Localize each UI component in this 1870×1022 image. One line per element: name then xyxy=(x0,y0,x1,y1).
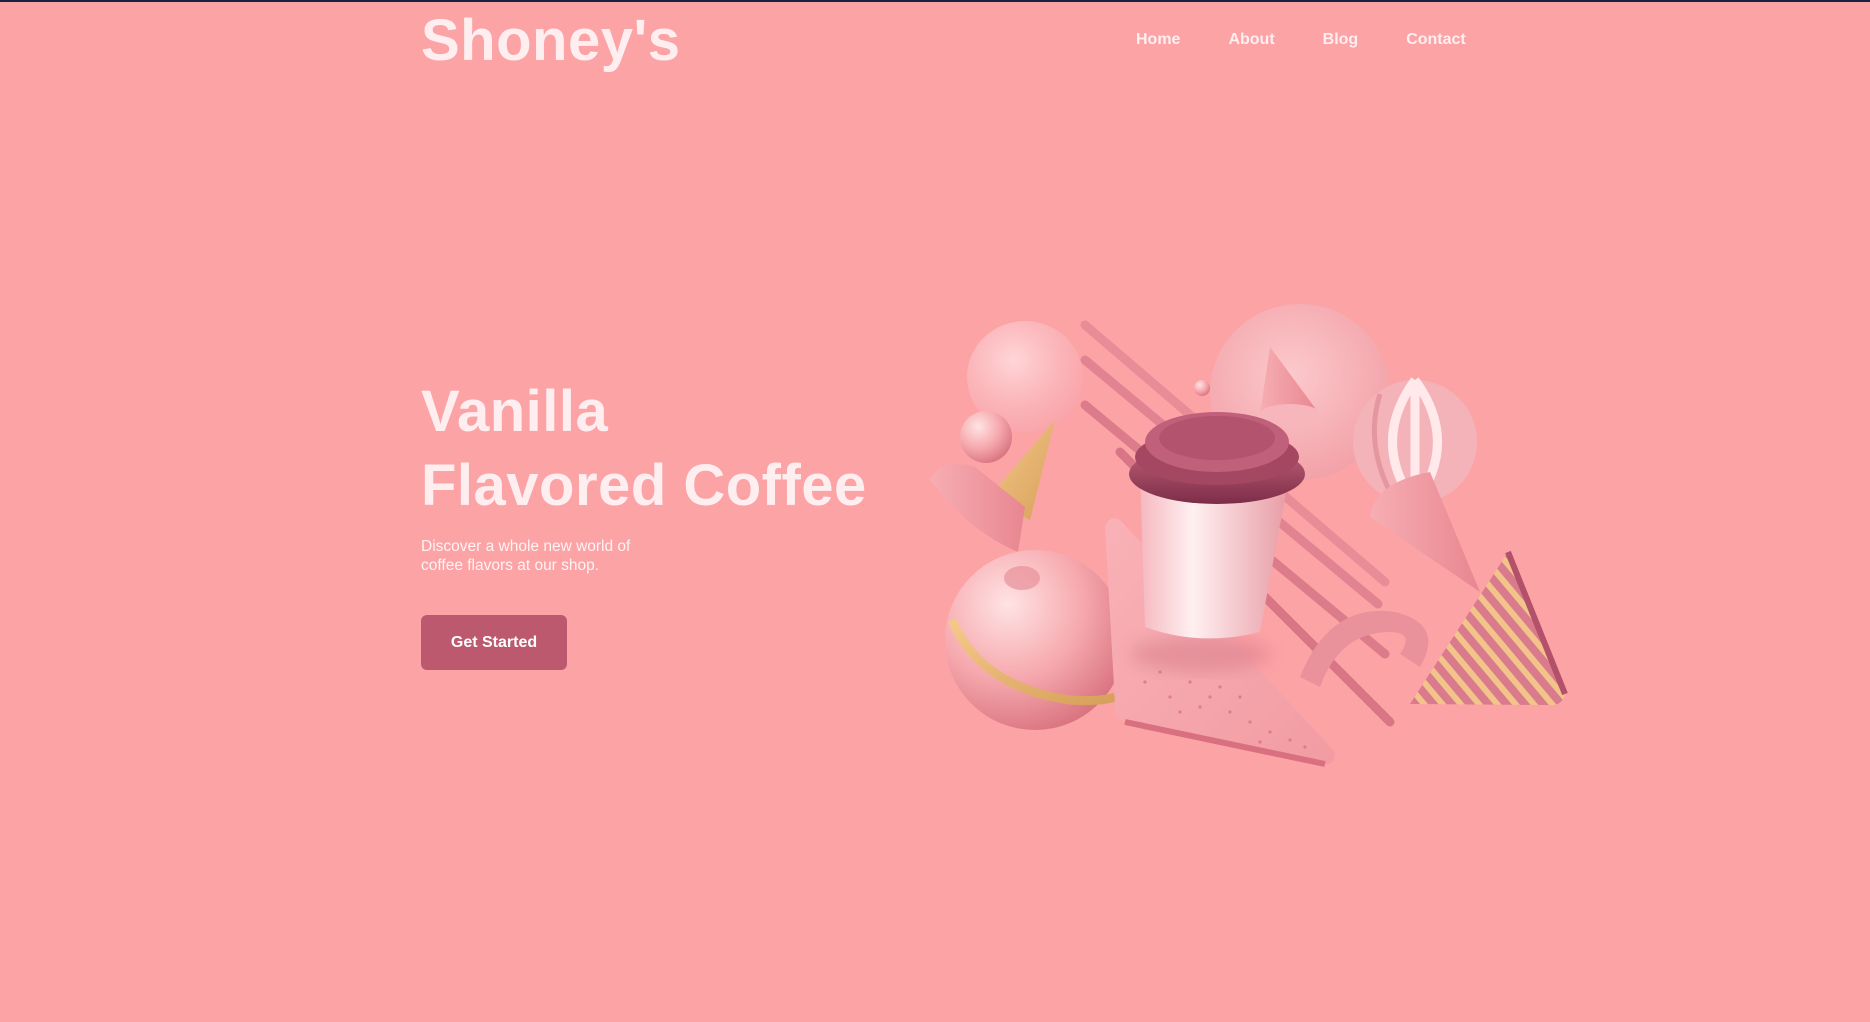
nav-blog-link[interactable]: Blog xyxy=(1299,28,1383,52)
striped-triangle xyxy=(1410,550,1568,706)
nav-home-link[interactable]: Home xyxy=(1112,28,1204,52)
hero-title-line-1: Vanilla xyxy=(421,379,609,444)
main-nav: Home About Blog Contact xyxy=(1112,28,1490,52)
small-sphere-left xyxy=(960,411,1012,463)
hero-subtitle: Discover a whole new world of coffee fla… xyxy=(421,538,631,574)
coffee-cup-3d-shapes-illustration xyxy=(930,304,1568,767)
nav-about-link[interactable]: About xyxy=(1204,28,1298,52)
arch-shape xyxy=(1300,610,1429,687)
nav-contact-link[interactable]: Contact xyxy=(1382,28,1490,52)
brand-logo[interactable]: Shoney's xyxy=(421,6,681,76)
hero-title: Vanilla Flavored Coffee xyxy=(421,375,867,523)
hero-title-line-2: Flavored Coffee xyxy=(421,453,867,518)
tiny-sphere xyxy=(1194,380,1210,396)
cone-right xyxy=(1370,472,1480,592)
landing-page: Shoney's Home About Blog Contact Vanilla… xyxy=(0,2,1870,1022)
get-started-button[interactable]: Get Started xyxy=(421,615,567,670)
banded-sphere xyxy=(945,550,1125,730)
